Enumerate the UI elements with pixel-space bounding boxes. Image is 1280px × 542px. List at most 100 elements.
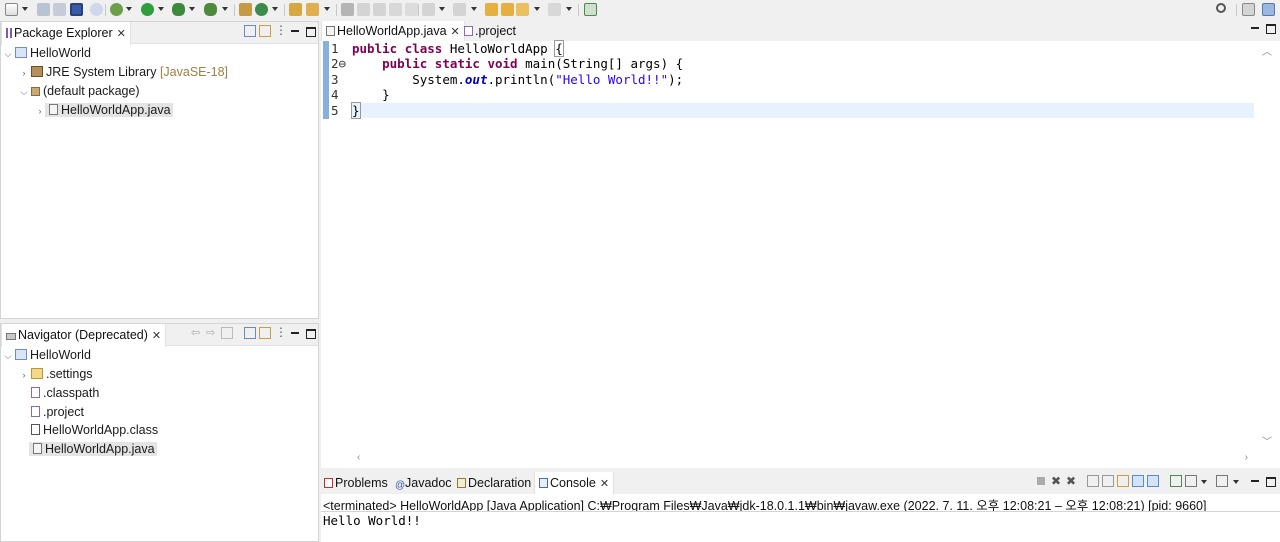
save-icon[interactable] <box>37 3 50 16</box>
code-line[interactable]: System.out.println("Hello World!!"); <box>352 72 1254 87</box>
show-whitespace-icon[interactable] <box>405 3 418 16</box>
terminate-icon[interactable] <box>1037 477 1045 485</box>
forward-arrow-icon[interactable]: ⇨ <box>206 327 218 339</box>
tree-item-settings[interactable]: › .settings <box>19 365 93 383</box>
tree-item-jre-library[interactable]: › JRE System Library [JavaSE-18] <box>19 63 229 82</box>
tree-item-project[interactable]: ⌵ HelloWorld <box>3 346 91 364</box>
close-icon[interactable]: ✕ <box>451 22 460 43</box>
close-icon[interactable]: ✕ <box>600 473 609 495</box>
remove-all-launches-icon[interactable]: ✖ <box>1066 475 1078 487</box>
chevron-down-icon[interactable]: ⌵ <box>3 45 13 63</box>
pin-console-icon[interactable] <box>1170 475 1182 487</box>
forward-nav-icon[interactable] <box>548 3 561 16</box>
prev-annotation-dropdown-icon[interactable] <box>471 7 477 11</box>
horizontal-scrollbar[interactable]: ‹ › <box>351 450 1254 468</box>
vertical-scrollbar[interactable]: ︿ ﹀ <box>1254 41 1280 451</box>
code-line[interactable]: } <box>352 87 1254 102</box>
terminal-icon[interactable] <box>70 3 83 16</box>
maximize-icon[interactable] <box>304 327 316 339</box>
selected-item[interactable]: HelloWorldApp.java <box>29 442 157 456</box>
minimize-icon[interactable] <box>1249 475 1261 487</box>
run-icon[interactable] <box>141 3 154 16</box>
external-tools-dropdown-icon[interactable] <box>222 7 228 11</box>
external-tools-icon[interactable] <box>204 3 217 16</box>
back-icon[interactable] <box>501 3 514 16</box>
open-perspective-icon[interactable] <box>1242 3 1255 16</box>
prev-annotation-icon[interactable] <box>453 3 466 16</box>
chevron-right-icon[interactable]: › <box>19 64 29 82</box>
search-tool-dropdown-icon[interactable] <box>324 7 330 11</box>
tree-item-classpath[interactable]: .classpath <box>29 384 99 402</box>
new-icon[interactable] <box>5 3 18 16</box>
tab-navigator[interactable]: Navigator (Deprecated) ✕ <box>1 324 167 347</box>
code-line[interactable]: public class HelloWorldApp { <box>352 40 1254 57</box>
chevron-right-icon[interactable]: › <box>19 366 29 384</box>
code-area[interactable]: public class HelloWorldApp { public stat… <box>351 40 1254 119</box>
collapse-all-icon[interactable] <box>244 327 256 339</box>
search-icon[interactable] <box>1216 3 1226 13</box>
coverage-dropdown-icon[interactable] <box>189 7 195 11</box>
tab-hello-world-app-java[interactable]: HelloWorldApp.java ✕ <box>321 21 465 42</box>
tree-item-project-file[interactable]: .project <box>29 403 84 421</box>
tab-javadoc[interactable]: @Javadoc <box>395 472 452 494</box>
word-wrap-icon[interactable] <box>1117 475 1129 487</box>
chevron-down-icon[interactable]: ⌵ <box>19 83 29 101</box>
tree-item-project[interactable]: ⌵ HelloWorld <box>3 44 91 62</box>
block-selection-icon[interactable] <box>373 3 386 16</box>
collapse-all-icon[interactable] <box>244 25 256 37</box>
toggle-mark-icon[interactable] <box>357 3 370 16</box>
selected-item[interactable]: HelloWorldApp.java <box>45 103 173 117</box>
tree-item-java-file[interactable]: HelloWorldApp.java <box>29 440 157 458</box>
display-console-icon[interactable] <box>1185 475 1197 487</box>
next-annotation-icon[interactable] <box>422 3 435 16</box>
skip-breakpoints-icon[interactable] <box>90 3 103 16</box>
tab-declaration[interactable]: Declaration <box>457 472 531 494</box>
maximize-icon[interactable] <box>304 25 316 37</box>
java-perspective-icon[interactable] <box>1262 3 1275 16</box>
chevron-right-icon[interactable]: › <box>35 102 45 120</box>
word-wrap-icon[interactable] <box>389 3 402 16</box>
open-console-icon[interactable] <box>1216 475 1228 487</box>
scroll-down-icon[interactable]: ﹀ <box>1262 433 1272 448</box>
show-on-stdout-icon[interactable] <box>1132 475 1144 487</box>
minimize-icon[interactable] <box>1249 22 1261 34</box>
display-console-dropdown-icon[interactable] <box>1201 480 1207 484</box>
maximize-icon[interactable] <box>1264 22 1276 34</box>
tab-problems[interactable]: Problems <box>324 472 388 494</box>
minimize-icon[interactable] <box>289 327 301 339</box>
search-tool-icon[interactable] <box>306 3 319 16</box>
close-icon[interactable]: ✕ <box>152 325 161 347</box>
view-menu-icon[interactable] <box>273 23 287 37</box>
open-console-dropdown-icon[interactable] <box>1233 480 1239 484</box>
tree-item-class-file[interactable]: HelloWorldApp.class <box>29 421 158 439</box>
scroll-up-icon[interactable]: ︿ <box>1262 43 1272 58</box>
maximize-icon[interactable] <box>1264 475 1276 487</box>
view-menu-icon[interactable] <box>273 325 287 339</box>
forward-nav-dropdown-icon[interactable] <box>566 7 572 11</box>
tab-package-explorer[interactable]: Package Explorer ✕ <box>1 22 131 45</box>
console-output-area[interactable]: Hello World!! <box>321 511 1280 542</box>
current-code-line[interactable]: } <box>351 101 1254 119</box>
last-edit-icon[interactable] <box>485 3 498 16</box>
debug-icon[interactable] <box>110 3 123 16</box>
tree-item-java-file[interactable]: › HelloWorldApp.java <box>35 101 173 119</box>
pin-editor-icon[interactable] <box>584 3 597 16</box>
close-icon[interactable]: ✕ <box>117 23 126 45</box>
next-annotation-dropdown-icon[interactable] <box>439 7 445 11</box>
scroll-left-icon[interactable]: ‹ <box>357 452 360 463</box>
tree-item-default-package[interactable]: ⌵ (default package) <box>19 82 140 100</box>
tab-project[interactable]: .project <box>464 21 516 42</box>
scroll-right-icon[interactable]: › <box>1245 452 1248 463</box>
annotation-icon[interactable] <box>341 3 354 16</box>
coverage-icon[interactable] <box>172 3 185 16</box>
open-type-icon[interactable] <box>289 3 302 16</box>
clear-console-icon[interactable] <box>1087 475 1099 487</box>
chevron-down-icon[interactable]: ⌵ <box>3 347 13 365</box>
new-dropdown-icon[interactable] <box>22 7 28 11</box>
debug-dropdown-icon[interactable] <box>126 7 132 11</box>
link-with-editor-icon[interactable] <box>259 25 271 37</box>
new-java-project-icon[interactable] <box>239 3 252 16</box>
code-line[interactable]: public static void main(String[] args) { <box>352 56 1254 71</box>
up-icon[interactable] <box>221 327 233 339</box>
link-with-editor-icon[interactable] <box>259 327 271 339</box>
